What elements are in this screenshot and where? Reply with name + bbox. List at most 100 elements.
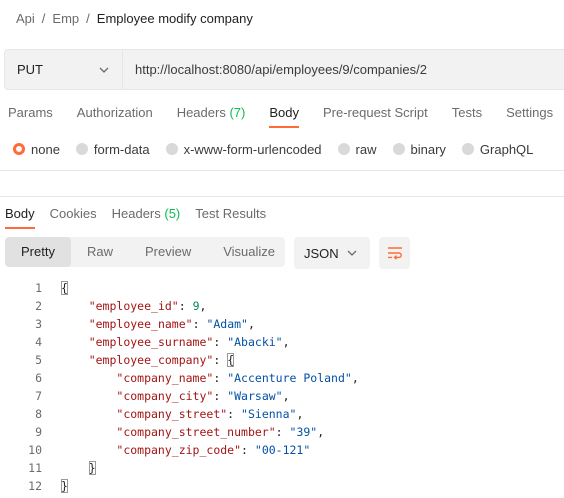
radio-circle-icon [165,143,178,155]
line-number: 6 [35,371,42,385]
tab-count-badge: (5) [164,206,181,221]
tab-label: Body [5,206,35,221]
request-title[interactable]: Employee modify company [97,11,253,26]
response-tab-test-results[interactable]: Test Results [195,205,266,229]
radio-graphql[interactable]: GraphQL [461,141,534,157]
radio-binary[interactable]: binary [392,142,446,157]
radio-circle-icon [461,143,474,155]
chevron-down-icon [99,67,109,73]
code-text: } [61,479,68,493]
radio-none[interactable]: none [13,142,60,157]
code-text: "employee_id": 9, [88,299,207,313]
line-number: 1 [35,281,42,295]
line-number: 8 [35,407,42,421]
code-line: 9 "company_street_number": "39", [0,423,564,441]
code-line: 10 "company_zip_code": "00-121" [0,441,564,459]
code-text: "employee_surname": "Abacki", [88,335,290,349]
format-label: JSON [304,245,339,261]
code-text: "company_zip_code": "00-121" [116,443,311,457]
code-line: 11 } [0,459,564,477]
breadcrumb-item-api[interactable]: Api [16,11,35,26]
tab-label: Tests [451,105,483,120]
code-line: 3 "employee_name": "Adam", [0,315,564,333]
line-number: 11 [28,461,42,475]
radio-circle-icon [75,143,88,155]
tab-params[interactable]: Params [8,104,53,128]
code-line: 2 "employee_id": 9, [0,297,564,315]
radio-circle-icon [392,143,405,155]
radio-form-data[interactable]: form-data [75,141,150,157]
response-tabs: Body Cookies Headers (5) Test Results [5,205,281,229]
code-text: "company_street": "Sienna", [116,407,304,421]
code-line: 12} [0,477,564,495]
tab-authorization[interactable]: Authorization [77,104,153,128]
tab-headers[interactable]: Headers (7) [177,104,246,128]
line-number: 3 [35,317,42,331]
radio-circle-icon [13,143,25,155]
breadcrumb-item-emp[interactable]: Emp [52,11,79,26]
method-select[interactable]: PUT [5,50,123,89]
line-number: 2 [35,299,42,313]
tab-tests[interactable]: Tests [452,104,482,128]
response-tab-body[interactable]: Body [5,205,35,229]
response-tab-cookies[interactable]: Cookies [50,205,97,229]
tab-settings[interactable]: Settings [506,104,553,128]
view-tab-pretty[interactable]: Pretty [5,237,71,267]
tab-label: Authorization [76,105,153,120]
wrap-lines-icon [387,247,402,260]
breadcrumb: Api / Emp / Employee modify company [16,9,253,27]
tab-label: Headers [111,206,161,221]
tab-label: Params [8,105,53,120]
request-tabs: Params Authorization Headers (7) Body Pre-re… [8,104,564,128]
response-tab-headers[interactable]: Headers (5) [112,205,181,229]
format-select[interactable]: JSON [294,237,370,269]
line-number: 10 [28,443,42,457]
code-text: { [61,281,68,295]
response-view-tabs: Pretty Raw Preview Visualize [5,237,285,267]
radio-label: form-data [93,141,150,157]
line-number: 7 [35,389,42,403]
code-text: "employee_name": "Adam", [88,317,255,331]
tab-label: Settings [506,105,554,120]
line-number: 5 [35,353,42,367]
code-line: 1{ [0,279,564,297]
request-url-bar: PUT http://localhost:8080/api/employees/… [4,49,564,90]
radio-x-www-form-urlencoded[interactable]: x-www-form-urlencoded [165,141,322,157]
radio-circle-icon [337,143,350,155]
view-tab-visualize[interactable]: Visualize [207,237,291,267]
method-label: PUT [17,62,43,77]
line-number: 4 [35,335,42,349]
breadcrumb-separator: / [86,10,90,26]
code-text: } [88,461,96,475]
code-line: 5 "employee_company": { [0,351,564,369]
divider [0,170,564,171]
view-tab-raw[interactable]: Raw [71,237,129,267]
body-type-radio-group: none form-data x-www-form-urlencoded raw bin… [13,140,549,158]
code-line: 7 "company_city": "Warsaw", [0,387,564,405]
code-text: "company_name": "Accenture Poland", [116,371,359,385]
tab-label: Pre-request Script [322,105,428,120]
chevron-down-icon [347,250,357,256]
radio-raw[interactable]: raw [337,141,377,157]
tab-label: Headers [176,105,226,120]
line-number: 12 [28,479,42,493]
view-tab-preview[interactable]: Preview [129,237,207,267]
code-line: 8 "company_street": "Sienna", [0,405,564,423]
radio-label: raw [355,141,377,157]
tab-count-badge: (7) [229,105,246,120]
url-input[interactable]: http://localhost:8080/api/employees/9/co… [123,62,427,77]
wrap-lines-button[interactable] [379,237,410,269]
breadcrumb-separator: / [41,10,46,26]
divider [0,196,564,197]
code-text: "company_city": "Warsaw", [116,389,290,403]
tab-body[interactable]: Body [269,104,299,128]
tab-pre-request-script[interactable]: Pre-request Script [323,104,428,128]
radio-label: none [31,141,60,157]
response-body-editor[interactable]: 1{2 "employee_id": 9, 3 "employee_name": … [0,279,564,495]
radio-label: x-www-form-urlencoded [183,141,322,157]
code-text: "company_street_number": "39", [116,425,325,439]
radio-label: GraphQL [479,141,534,157]
tab-label: Cookies [49,206,97,221]
code-text: "employee_company": { [88,353,235,367]
line-number: 9 [35,425,42,439]
